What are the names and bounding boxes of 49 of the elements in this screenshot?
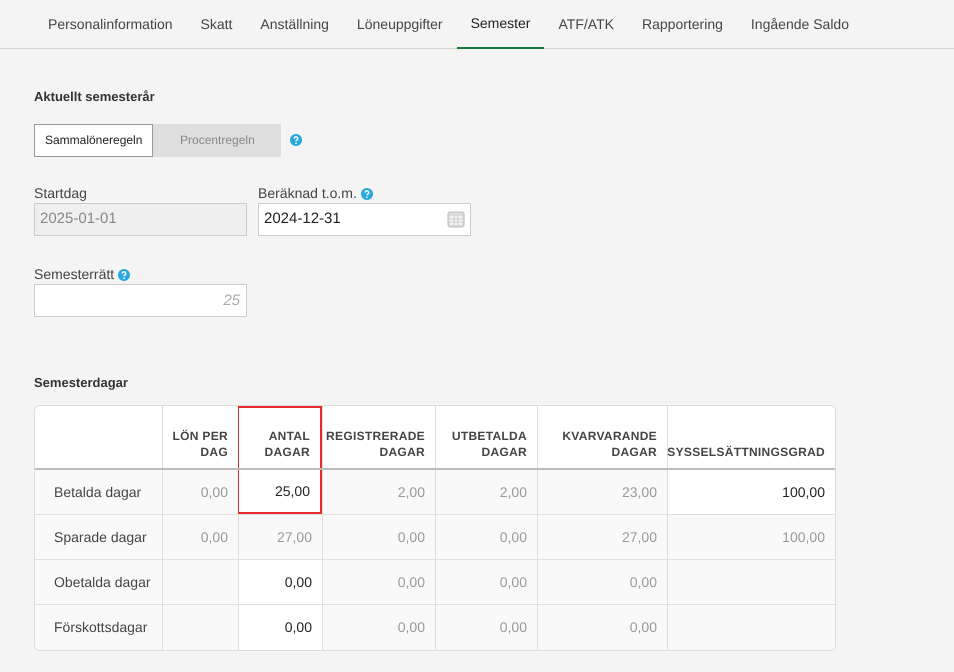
tab[interactable]: ATF/ATK bbox=[544, 0, 628, 49]
table-cell[interactable]: 0,00 bbox=[238, 605, 322, 650]
column-header: REGISTRERADE DAGAR bbox=[322, 406, 435, 468]
table-cell: 0,00 bbox=[537, 605, 667, 650]
row-label: Förskottsdagar bbox=[53, 618, 148, 637]
field-label: Startdag bbox=[34, 184, 87, 203]
date-field: 2025-01-01 bbox=[34, 202, 247, 236]
column-header: ANTAL DAGAR bbox=[238, 406, 322, 468]
input-field[interactable]: 25 bbox=[34, 284, 247, 316]
table-cell: 0,00 bbox=[435, 515, 537, 559]
rule-toggle[interactable]: Sammalöneregeln bbox=[34, 124, 154, 156]
table-cell: 27,00 bbox=[238, 515, 322, 559]
table-cell: 0,00 bbox=[435, 605, 537, 650]
column-header: UTBETALDA DAGAR bbox=[435, 406, 537, 468]
help-icon[interactable] bbox=[118, 268, 130, 280]
tab[interactable]: Semester bbox=[456, 0, 544, 49]
table-cell: 0,00 bbox=[322, 605, 435, 650]
table-cell: 0,00 bbox=[537, 560, 667, 604]
table-cell: 100,00 bbox=[667, 515, 835, 559]
table-cell: 0,00 bbox=[322, 515, 435, 559]
table-cell: 2,00 bbox=[322, 470, 435, 514]
table-cell[interactable]: 0,00 bbox=[238, 560, 322, 604]
tab[interactable]: Personalinformation bbox=[34, 0, 187, 49]
table-cell[interactable]: 25,00 bbox=[238, 470, 322, 514]
column-header: KVARVARANDE DAGAR bbox=[537, 406, 667, 468]
table-cell: 0,00 bbox=[322, 560, 435, 604]
section-heading: Semesterdagar bbox=[34, 374, 129, 392]
tab[interactable]: Anställning bbox=[246, 0, 343, 49]
table-cell: 0,00 bbox=[162, 515, 238, 559]
table-cell[interactable]: 100,00 bbox=[667, 470, 835, 514]
table-cell: 27,00 bbox=[537, 515, 667, 559]
table-cell: 0,00 bbox=[435, 560, 537, 604]
tab[interactable]: Skatt bbox=[186, 0, 246, 49]
table-cell: 2,00 bbox=[435, 470, 537, 514]
calendar-icon[interactable] bbox=[447, 210, 465, 228]
help-icon[interactable] bbox=[360, 188, 373, 200]
column-header: LÖN PER DAG bbox=[162, 406, 238, 468]
date-field[interactable]: 2024-12-31 bbox=[258, 202, 471, 236]
row-label: Obetalda dagar bbox=[53, 573, 152, 592]
row-label: Betalda dagar bbox=[53, 483, 142, 502]
row-label: Sparade dagar bbox=[53, 528, 148, 547]
tab[interactable]: Ingående Saldo bbox=[736, 0, 863, 49]
tab[interactable]: Löneuppgifter bbox=[342, 0, 457, 49]
section-heading: Aktuellt semesterår bbox=[34, 88, 156, 106]
field-label: Beräknad t.o.m. bbox=[258, 184, 357, 203]
help-icon[interactable] bbox=[290, 134, 302, 146]
field-label: Semesterrätt bbox=[34, 265, 114, 284]
tab[interactable]: Rapportering bbox=[628, 0, 737, 49]
column-header: SYSSELSÄTTNINGSGRAD bbox=[667, 406, 835, 468]
